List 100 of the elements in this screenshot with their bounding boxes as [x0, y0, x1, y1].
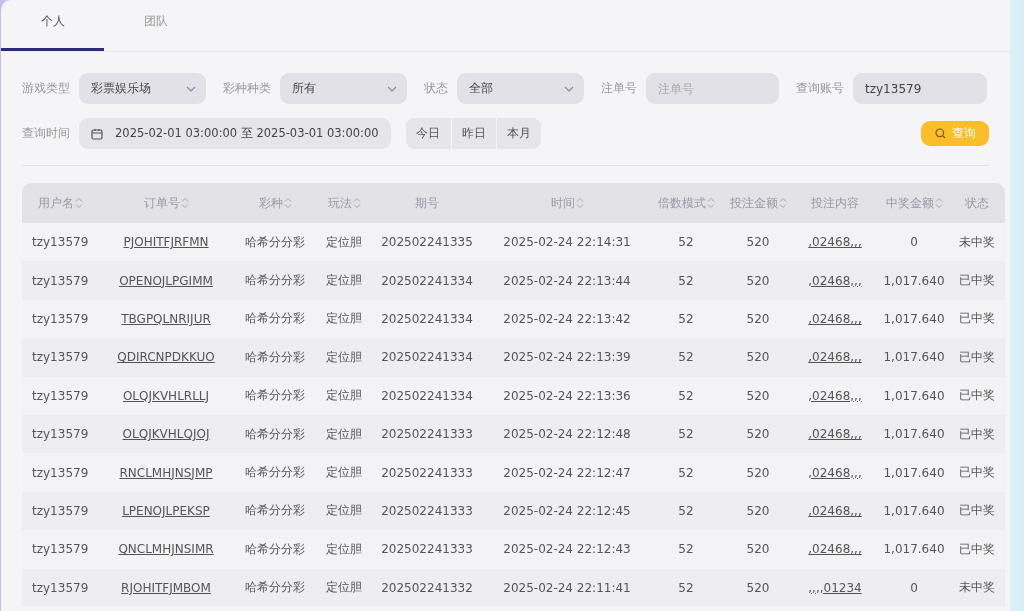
table-cell: 52 — [678, 580, 694, 595]
input-field[interactable]: tzy13579 — [853, 73, 987, 104]
chevron-down-icon — [186, 85, 196, 92]
table-cell: 已中奖 — [958, 349, 995, 364]
filter-label: 查询时间 — [22, 125, 70, 142]
table-cell: 2025-02-24 22:13:42 — [503, 311, 631, 326]
table-cell: 已中奖 — [958, 311, 995, 326]
table-cell: 哈希分分彩 — [245, 541, 305, 556]
table-cell: 202502241334 — [381, 350, 473, 365]
table-cell: 202502241333 — [381, 542, 473, 557]
sort-icon — [352, 197, 361, 209]
table-cell: 1,017.640 — [883, 388, 945, 403]
table-cell: 52 — [678, 427, 694, 442]
filter-label: 游戏类型 — [22, 80, 70, 97]
table-cell: 2025-02-24 22:13:39 — [503, 350, 631, 365]
table-cell: 202502241334 — [381, 311, 473, 326]
table-cell: tzy13579 — [32, 350, 89, 365]
table-cell: 已中奖 — [958, 465, 995, 480]
table-cell: 哈希分分彩 — [245, 503, 305, 518]
table-cell: 已中奖 — [958, 388, 995, 403]
filter-label: 彩种种类 — [223, 80, 271, 97]
table-cell: 1,017.640 — [883, 311, 945, 326]
table-cell: 1,017.640 — [883, 542, 945, 557]
table-cell: 定位胆 — [326, 580, 362, 595]
table-cell: tzy13579 — [32, 542, 89, 557]
table-cell: 未中奖 — [958, 234, 995, 249]
table-cell: 202502241334 — [381, 273, 473, 288]
table-cell: 2025-02-24 22:12:47 — [503, 465, 631, 480]
table-link[interactable]: PJOHITFJRFMN — [123, 235, 209, 250]
table-link[interactable]: QNCLMHJNSIMR — [118, 542, 214, 557]
table-cell: 52 — [678, 350, 694, 365]
table-cell: 哈希分分彩 — [245, 580, 305, 595]
table-cell: 哈希分分彩 — [245, 465, 305, 480]
table-cell: 定位胆 — [326, 426, 362, 441]
table-cell: 未中奖 — [958, 580, 995, 595]
table-cell: 52 — [678, 311, 694, 326]
table-cell: tzy13579 — [32, 388, 89, 403]
table-cell: 52 — [678, 388, 694, 403]
input-field[interactable]: 注单号 — [646, 73, 779, 104]
table-cell: 520 — [746, 273, 770, 288]
table-cell: 定位胆 — [326, 503, 362, 518]
table-cell: 52 — [678, 465, 694, 480]
table-cell: 1,017.640 — [883, 427, 945, 442]
dropdown[interactable]: 彩票娱乐场 — [79, 73, 206, 104]
dropdown[interactable]: 全部 — [457, 73, 584, 104]
table-link[interactable]: ,02468,,, — [808, 311, 862, 326]
table-link[interactable]: ,02468,,, — [808, 465, 862, 480]
table-cell: 202502241333 — [381, 465, 473, 480]
table-cell: 0 — [910, 235, 918, 250]
table-cell: 1,017.640 — [883, 465, 945, 480]
sort-icon — [180, 197, 189, 209]
date-range-field[interactable]: 2025-02-01 03:00:00 至 2025-03-01 03:00:00 — [79, 118, 391, 149]
table-cell: 已中奖 — [958, 541, 995, 556]
tab[interactable]: 个人 — [1, 0, 104, 51]
table-cell: 520 — [746, 350, 770, 365]
table-cell: tzy13579 — [32, 580, 89, 595]
table-link[interactable]: ,02468,,, — [808, 388, 862, 403]
table-cell: 52 — [678, 235, 694, 250]
table-cell: 52 — [678, 503, 694, 518]
table-cell: 1,017.640 — [883, 273, 945, 288]
table-cell: 2025-02-24 22:12:48 — [503, 427, 631, 442]
chevron-down-icon — [387, 85, 397, 92]
table-cell: 520 — [746, 235, 770, 250]
table-cell: 520 — [746, 388, 770, 403]
table-cell: 定位胆 — [326, 311, 362, 326]
table-cell: tzy13579 — [32, 427, 89, 442]
date-range-button[interactable]: 本月 — [495, 118, 541, 149]
table-cell: 202502241335 — [381, 235, 473, 250]
table-cell: tzy13579 — [32, 311, 89, 326]
table-cell: 2025-02-24 22:12:45 — [503, 503, 631, 518]
table-cell: tzy13579 — [32, 273, 89, 288]
filter-label: 查询账号 — [796, 80, 844, 97]
table-cell: 2025-02-24 22:14:31 — [503, 235, 631, 250]
sort-icon — [934, 197, 943, 209]
table-cell: 2025-02-24 22:13:44 — [503, 273, 631, 288]
table-link[interactable]: OLQJKVHLRLLJ — [122, 388, 210, 403]
table-cell: tzy13579 — [32, 503, 89, 518]
table-cell: 哈希分分彩 — [245, 388, 305, 403]
table-link[interactable]: ,02468,,, — [808, 542, 862, 557]
table-cell: 202502241333 — [381, 503, 473, 518]
table-cell: 520 — [746, 311, 770, 326]
column-header: 投注内容 — [811, 194, 859, 212]
calendar-icon — [91, 127, 103, 140]
table-cell: 520 — [746, 542, 770, 557]
sort-icon — [283, 197, 292, 209]
table-link[interactable]: RNCLMHJNSJMP — [119, 465, 213, 480]
table-cell: 哈希分分彩 — [245, 273, 305, 288]
dropdown[interactable]: 所有 — [280, 73, 407, 104]
table-cell: 2025-02-24 22:13:36 — [503, 388, 631, 403]
table-cell: tzy13579 — [32, 235, 89, 250]
table-cell: 520 — [746, 503, 770, 518]
table-cell: 520 — [746, 465, 770, 480]
table-cell: 2025-02-24 22:11:41 — [503, 580, 631, 595]
table-cell: 52 — [678, 273, 694, 288]
table-link[interactable]: TBGPQLNRIJUR — [121, 311, 211, 326]
table-cell: 定位胆 — [326, 234, 362, 249]
table-cell: 520 — [746, 427, 770, 442]
table-link[interactable]: ,02468,,, — [808, 235, 862, 250]
table-cell: 定位胆 — [326, 349, 362, 364]
sort-icon — [75, 197, 83, 209]
